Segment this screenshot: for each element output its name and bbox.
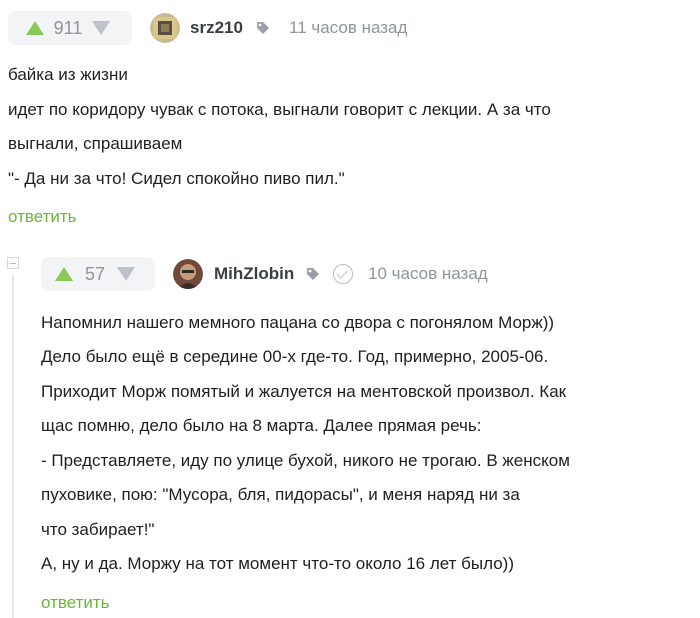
verified-icon (333, 264, 353, 284)
avatar[interactable] (150, 13, 180, 43)
rating-control: 57 (41, 257, 155, 291)
collapse-thread-button[interactable] (7, 257, 19, 269)
comment-line: что забирает!" (41, 520, 155, 539)
comment-line: идет по коридору чувак с потока, выгнали… (8, 100, 551, 119)
comment-line: - Представляете, иду по улице бухой, ник… (41, 451, 570, 470)
downvote-icon[interactable] (92, 21, 110, 35)
comment-line: Дело было ещё в середине 00-х где-то. Го… (41, 347, 549, 366)
username[interactable]: MihZlobin (214, 264, 294, 284)
timestamp: 10 часов назад (368, 264, 488, 283)
tag-icon[interactable] (255, 20, 271, 41)
downvote-icon[interactable] (117, 267, 135, 281)
upvote-icon[interactable] (55, 267, 73, 281)
rating-control: 911 (8, 11, 132, 45)
rating-count: 57 (84, 263, 106, 284)
avatar[interactable] (173, 259, 203, 289)
tag-icon[interactable] (305, 266, 321, 287)
comment-line: "- Да ни за что! Сидел спокойно пиво пил… (8, 169, 345, 188)
comment-line: Напомнил нашего мемного пацана со двора … (41, 313, 555, 332)
upvote-icon[interactable] (26, 21, 44, 35)
rating-count: 911 (53, 17, 83, 38)
reply-link[interactable]: ответить (8, 207, 77, 227)
comment-line: А, ну и да. Моржу на тот момент что-то о… (41, 554, 515, 573)
comment-line: выгнали, спрашиваем (8, 134, 183, 153)
comment-line: пуховике, пою: "Мусора, бля, пидорасы", … (41, 485, 520, 504)
username[interactable]: srz210 (190, 18, 243, 38)
thread-line[interactable] (12, 275, 14, 618)
comment-line: Приходит Морж помятый и жалуется на мент… (41, 382, 567, 401)
timestamp: 11 часов назад (289, 18, 408, 37)
reply-link[interactable]: ответить (41, 593, 110, 613)
comment-line: щас помню, дело было на 8 марта. Далее п… (41, 416, 482, 435)
comment-line: байка из жизни (8, 65, 128, 84)
